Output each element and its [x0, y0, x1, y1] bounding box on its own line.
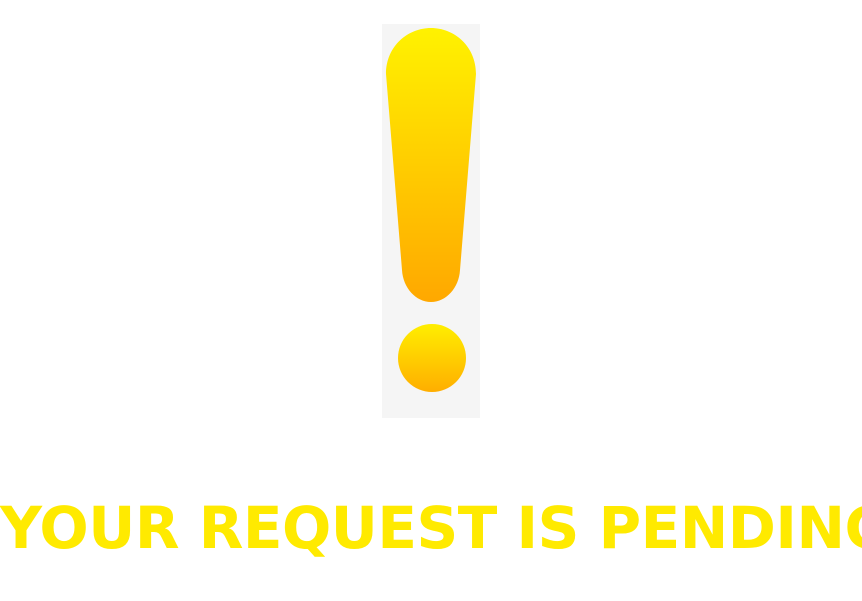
exclamation-bar: [386, 28, 476, 302]
request-status-message: YOUR REQUEST IS PENDING: [0, 494, 862, 562]
exclamation-dot: [398, 324, 466, 392]
exclamation-icon-panel: [382, 24, 480, 418]
exclamation-icon: [386, 28, 476, 392]
